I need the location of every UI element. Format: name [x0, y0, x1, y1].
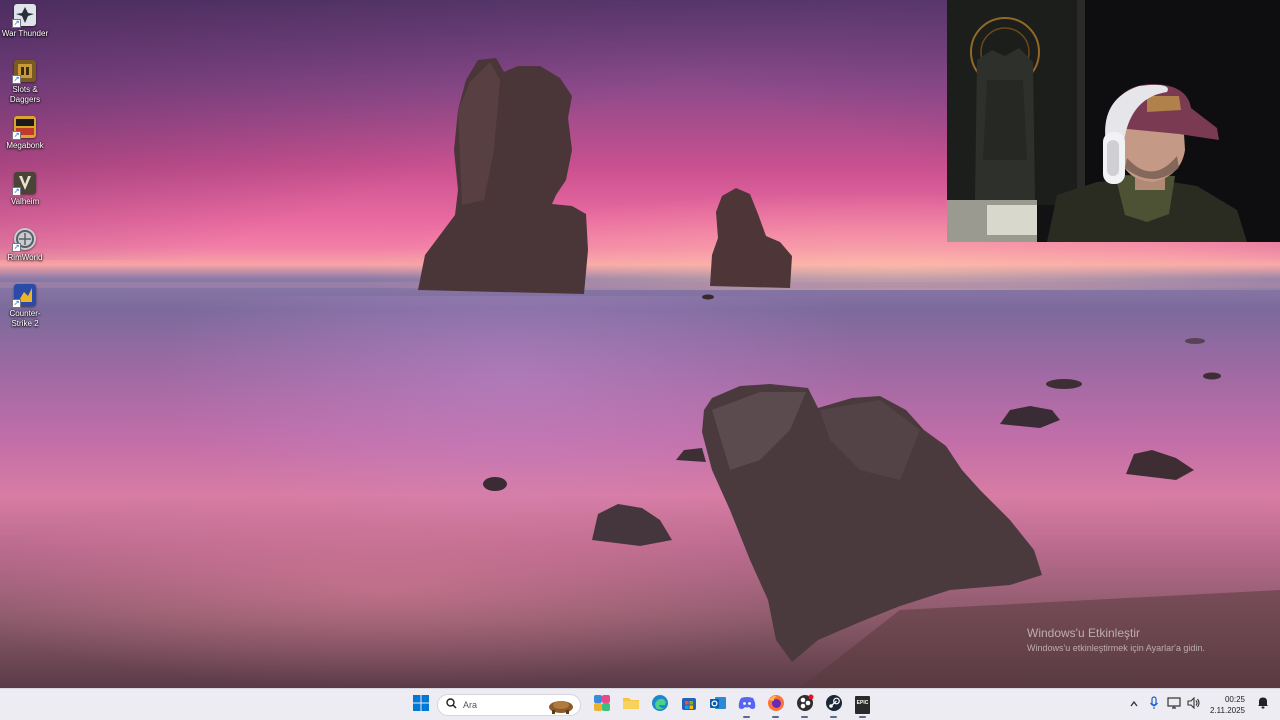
- desktop-icon-valheim[interactable]: ↗ Valheim: [0, 172, 50, 207]
- search-placeholder: Ara: [463, 700, 478, 710]
- desktop-icon-label: Megabonk: [6, 141, 44, 150]
- clock-date: 2.11.2025: [1210, 706, 1245, 715]
- desktop-icon-label: RimWorld: [7, 253, 43, 262]
- steam-button[interactable]: [819, 691, 848, 719]
- desktop-icon-label: War Thunder: [1, 29, 49, 38]
- search-highlight-icon: [546, 697, 576, 720]
- steam-icon: [825, 694, 843, 717]
- desktop-icon-label: Counter-Strike 2: [9, 309, 41, 328]
- desktop-icon-slots-daggers[interactable]: ↗ Slots & Daggers: [0, 60, 50, 105]
- windows-start-icon: [412, 694, 429, 716]
- microphone-icon: [1149, 695, 1159, 715]
- webcam-feed-image: [947, 0, 1280, 242]
- outlook-icon: [709, 695, 727, 716]
- edge-button[interactable]: [645, 691, 674, 719]
- desktop-icon-megabonk[interactable]: ↗ Megabonk: [0, 116, 50, 151]
- valheim-icon: ↗: [12, 172, 36, 196]
- rimworld-icon: ↗: [12, 228, 36, 252]
- clock-time: 00:25: [1224, 695, 1245, 704]
- taskbar-search-box[interactable]: Ara: [437, 694, 581, 716]
- epic-games-button[interactable]: EPIC: [848, 691, 877, 719]
- copilot-icon: [593, 694, 611, 717]
- network-button[interactable]: [1165, 694, 1183, 716]
- file-explorer-button[interactable]: [616, 691, 645, 719]
- war-thunder-icon: ↗: [12, 4, 36, 28]
- desktop-icon-war-thunder[interactable]: ↗ War Thunder: [0, 4, 50, 39]
- notifications-button[interactable]: [1254, 694, 1272, 716]
- taskbar: Ara EPIC 00:25 2.11.2025: [0, 688, 1280, 720]
- desktop-icon-counter-strike-2[interactable]: ↗ Counter-Strike 2: [0, 284, 50, 329]
- outlook-button[interactable]: [703, 691, 732, 719]
- obs-icon: [796, 694, 814, 717]
- megabonk-icon: ↗: [12, 116, 36, 140]
- speaker-icon: [1187, 696, 1201, 714]
- network-icon: [1167, 696, 1181, 714]
- activation-title: Windows'u Etkinleştir: [1027, 626, 1140, 640]
- epic-games-icon: EPIC: [855, 696, 870, 714]
- firefox-button[interactable]: [761, 691, 790, 719]
- edge-icon: [651, 694, 669, 717]
- windows-activation-watermark: Windows'u Etkinleştir Windows'u etkinleş…: [1027, 626, 1205, 653]
- firefox-icon: [767, 694, 785, 717]
- microphone-button[interactable]: [1145, 694, 1163, 716]
- desktop-icon-rimworld[interactable]: ↗ RimWorld: [0, 228, 50, 263]
- start-button[interactable]: [406, 691, 435, 719]
- activation-subtitle: Windows'u etkinleştirmek için Ayarlar'a …: [1027, 643, 1205, 653]
- volume-button[interactable]: [1185, 694, 1203, 716]
- store-icon: [681, 695, 697, 716]
- desktop-icon-label: Slots & Daggers: [9, 85, 41, 104]
- counter-strike-2-icon: ↗: [12, 284, 36, 308]
- system-tray: 00:25 2.11.2025: [1124, 689, 1280, 720]
- folder-icon: [622, 695, 640, 716]
- webcam-overlay: [947, 0, 1280, 242]
- slots-daggers-icon: ↗: [12, 60, 36, 84]
- discord-icon: [738, 696, 756, 715]
- discord-button[interactable]: [732, 691, 761, 719]
- show-hidden-icons-button[interactable]: [1125, 694, 1143, 716]
- taskbar-clock[interactable]: 00:25 2.11.2025: [1210, 694, 1245, 716]
- copilot-button[interactable]: [587, 691, 616, 719]
- search-icon: [446, 696, 457, 714]
- desktop-icon-label: Valheim: [10, 197, 40, 206]
- bell-icon: [1257, 696, 1269, 714]
- store-button[interactable]: [674, 691, 703, 719]
- chevron-up-icon: [1129, 696, 1139, 714]
- taskbar-apps: Ara EPIC: [406, 689, 877, 720]
- obs-button[interactable]: [790, 691, 819, 719]
- epic-games-label: EPIC: [856, 700, 869, 706]
